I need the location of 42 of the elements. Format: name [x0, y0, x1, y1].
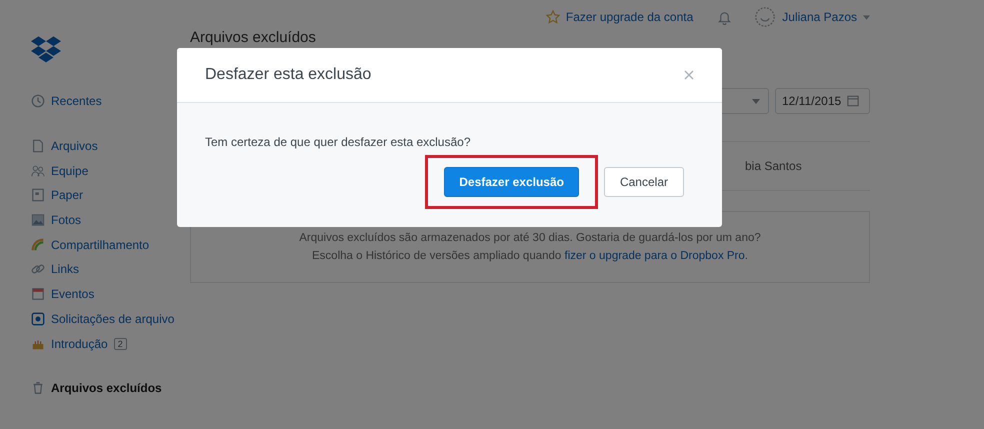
sidebar-item[interactable]: Eventos [31, 282, 190, 306]
caret-icon [752, 98, 760, 104]
sidebar-item[interactable]: Compartilhamento [31, 232, 190, 258]
close-icon[interactable] [684, 70, 694, 80]
table-cell: bia Santos [745, 159, 802, 173]
sidebar-item[interactable]: Recentes [31, 89, 190, 114]
paper-icon [31, 188, 45, 202]
sidebar-item[interactable]: Arquivos [31, 134, 190, 158]
sidebar-item[interactable]: Links [31, 257, 190, 282]
dropbox-logo[interactable] [31, 36, 61, 63]
notification-bell-icon[interactable] [717, 10, 732, 24]
dialog-title: Desfazer esta exclusão [205, 66, 372, 84]
sidebar-item[interactable]: Introdução 2 [31, 331, 190, 356]
rainbow-icon [31, 238, 45, 252]
people-icon [31, 164, 45, 178]
caret-icon [863, 14, 870, 20]
dialog-message: Tem certeza de que quer desfazer esta exclusão? [205, 135, 472, 149]
target-icon [31, 312, 45, 326]
calendar-icon [31, 287, 45, 302]
user-menu[interactable]: Juliana Pazos [782, 10, 857, 24]
upgrade-link[interactable]: fizer o upgrade para o Dropbox Pro [564, 250, 745, 262]
info-text: Arquivos excluídos são armazenados por até 30 dias. Gostaria de guardá-los por um ano? [299, 232, 761, 244]
file-icon [31, 139, 45, 154]
count-badge: 2 [114, 338, 127, 350]
clock-icon [31, 94, 45, 108]
sidebar-item[interactable]: Solicitações de arquivo [31, 306, 190, 332]
calendar-icon [847, 95, 860, 107]
undo-button[interactable]: Desfazer exclusão [444, 167, 579, 197]
photo-icon [31, 213, 45, 228]
upgrade-link[interactable]: Fazer upgrade da conta [566, 10, 694, 24]
sidebar-item[interactable]: Arquivos excluídos [31, 376, 190, 401]
sidebar-item[interactable]: Equipe [31, 158, 190, 184]
star-icon [546, 10, 560, 24]
link-icon [31, 262, 45, 276]
trash-icon [31, 381, 45, 396]
sidebar-item[interactable]: Fotos [31, 208, 190, 232]
cancel-button[interactable]: Cancelar [604, 167, 684, 197]
info-text: Escolha o Histórico de versões ampliado quando fizer o upgrade para o Dropbox Pro. [312, 250, 748, 262]
page-title: Arquivos excluídos [190, 29, 317, 47]
sidebar-item[interactable]: Paper [31, 183, 190, 208]
avatar-icon[interactable] [754, 6, 776, 28]
date-field[interactable]: 12/11/2015 [775, 88, 870, 114]
